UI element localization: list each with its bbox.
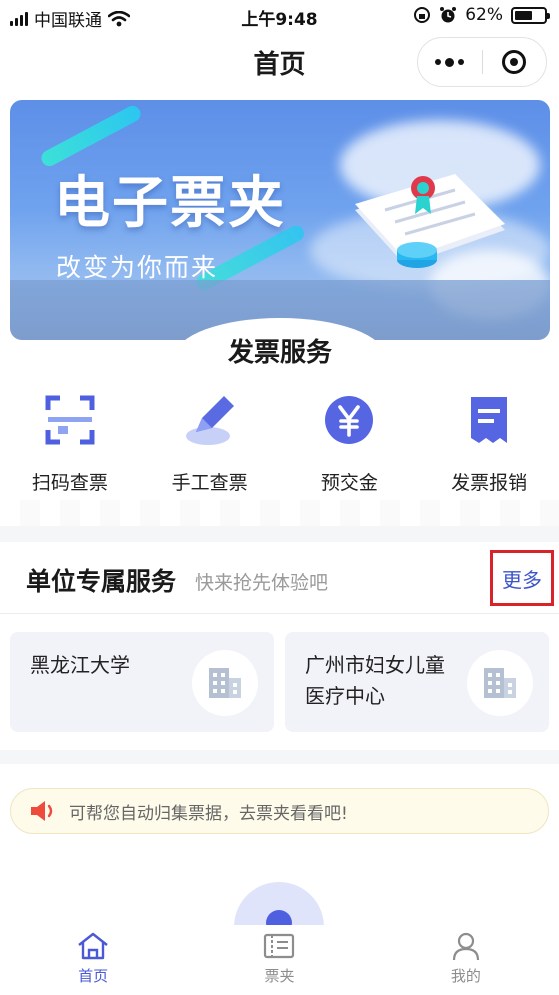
receipt-icon (461, 392, 517, 448)
reimburse-label: 发票报销 (451, 472, 528, 494)
ticket-folder-icon (264, 933, 295, 959)
building-icon (467, 650, 533, 716)
unit-section-title: 单位专属服务 (26, 567, 177, 596)
status-right: 62% (413, 5, 550, 25)
unit-card-name: 广州市妇女儿童 医疗中心 (305, 650, 445, 712)
section-gap (0, 526, 559, 542)
tab-home[interactable]: 首页 (0, 925, 186, 995)
battery-fill (515, 10, 532, 20)
more-dots-icon (435, 57, 465, 67)
tab-ticket-folder-label: 票夹 (264, 967, 295, 985)
document-stack-icon (355, 174, 505, 268)
invoice-service-grid: 扫码查票 手工查票 预交金 发票报销 (0, 392, 559, 512)
user-icon (452, 932, 479, 961)
manual-invoice-label: 手工查票 (171, 472, 248, 494)
notice-text: 可帮您自动归集票据，去票夹看看吧! (69, 803, 348, 824)
banner-title: 电子票夹 (54, 171, 286, 236)
close-button[interactable] (483, 38, 547, 86)
promo-banner[interactable]: 电子票夹 改变为你而来 (10, 100, 550, 340)
prepayment-label: 预交金 (320, 472, 378, 494)
pen-icon (182, 392, 238, 448)
tab-mine-label: 我的 (450, 967, 481, 985)
mini-program-capsule (417, 37, 547, 87)
target-circle-icon (502, 50, 527, 74)
unit-section-header: 单位专属服务 快来抢先体验吧 更多 (0, 542, 559, 614)
more-link[interactable]: 更多 (490, 550, 554, 606)
notice-bar[interactable]: 可帮您自动归集票据，去票夹看看吧! (10, 788, 549, 834)
alarm-icon (440, 7, 457, 23)
status-bar: 中国联通 上午9:48 62% (0, 0, 559, 32)
rotation-lock-icon (414, 7, 431, 23)
prepayment-button[interactable]: 预交金 (280, 392, 420, 512)
tab-mine[interactable]: 我的 (373, 925, 559, 995)
scan-icon (42, 392, 98, 448)
battery-icon (511, 6, 550, 24)
more-button[interactable] (418, 38, 482, 86)
battery-percent: 62% (465, 5, 503, 25)
manual-invoice-button[interactable]: 手工查票 (140, 392, 280, 512)
yen-icon (321, 392, 377, 448)
unit-card-name: 黑龙江大学 (30, 653, 130, 677)
reimburse-button[interactable]: 发票报销 (419, 392, 559, 512)
home-icon (78, 932, 108, 960)
tab-ticket-folder[interactable]: 票夹 (186, 925, 372, 995)
unit-card-name-line2: 医疗中心 (305, 684, 385, 708)
section-gap (0, 750, 559, 764)
nav-bar: 首页 (0, 32, 559, 90)
unit-card-guangzhou[interactable]: 广州市妇女儿童 医疗中心 (285, 632, 549, 732)
unit-card-name-line1: 广州市妇女儿童 (305, 653, 445, 677)
unit-section-subtitle: 快来抢先体验吧 (195, 572, 329, 594)
tab-bar: 首页 票夹 我的 (0, 925, 559, 995)
unit-card-list: 黑龙江大学 广州市妇女儿童 医疗中心 (10, 632, 549, 732)
speaker-icon (31, 801, 53, 821)
scan-invoice-label: 扫码查票 (31, 472, 108, 494)
building-icon (192, 650, 258, 716)
scan-invoice-button[interactable]: 扫码查票 (0, 392, 140, 512)
banner-subtitle: 改变为你而来 (56, 253, 219, 282)
unit-card-heilongjiang[interactable]: 黑龙江大学 (10, 632, 274, 732)
tab-home-label: 首页 (78, 967, 109, 985)
